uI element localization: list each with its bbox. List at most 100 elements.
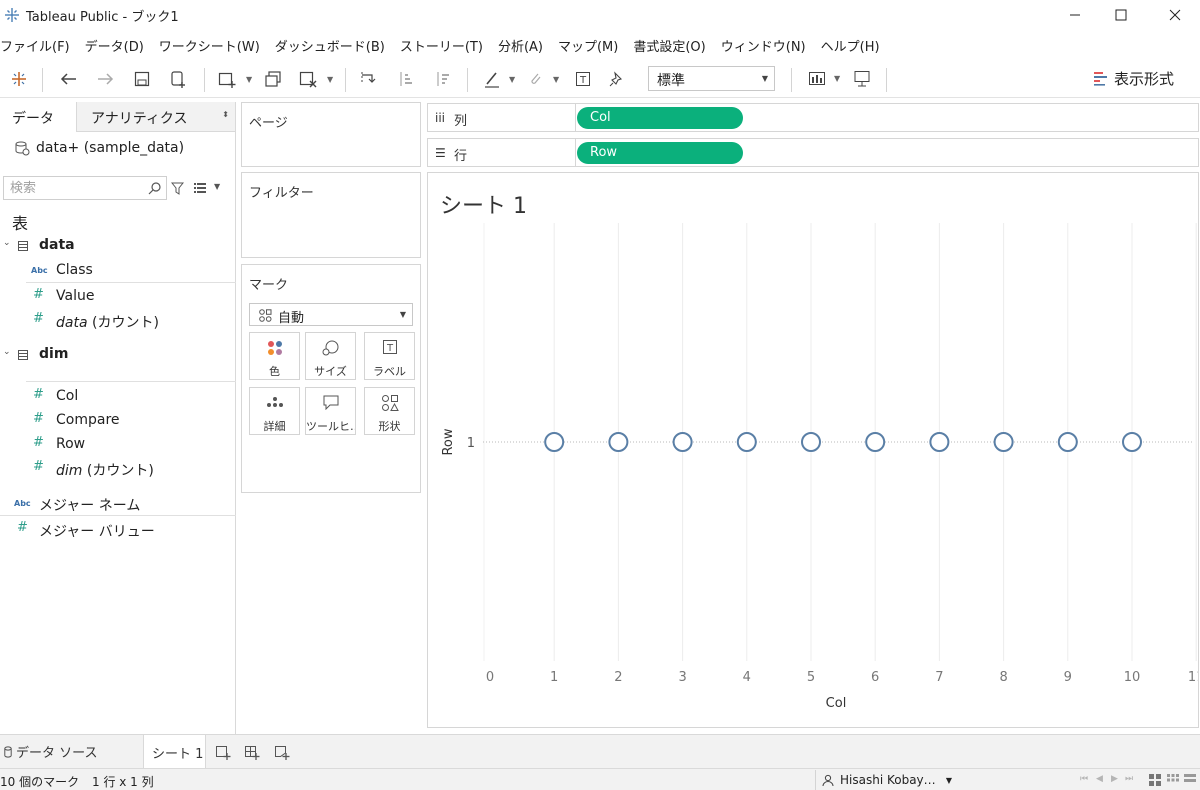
- next-sheet-icon[interactable]: ▶: [1111, 774, 1118, 784]
- group-dropdown-icon[interactable]: ▼: [553, 75, 559, 84]
- mark-type-select[interactable]: 自動 ▼: [249, 303, 413, 326]
- color-button[interactable]: 色: [249, 332, 300, 380]
- tooltip-icon: [323, 395, 338, 410]
- view-list-icon[interactable]: [194, 183, 208, 193]
- highlight-dropdown-icon[interactable]: ▼: [509, 75, 515, 84]
- menu-analysis[interactable]: 分析(A): [498, 36, 550, 55]
- data-point[interactable]: [608, 432, 629, 452]
- new-datasource-button[interactable]: [167, 68, 189, 90]
- status-bar: 10 個のマーク 1 行 x 1 列 Hisashi Kobay… ▼ ⏮ ◀ …: [0, 768, 1200, 790]
- show-cards-dropdown-icon[interactable]: ▼: [834, 74, 840, 83]
- menu-file[interactable]: ファイル(F): [0, 36, 77, 55]
- table-item-dim[interactable]: ⌄ dim: [0, 343, 236, 367]
- data-point[interactable]: [801, 432, 821, 452]
- sheet-sorter-icon[interactable]: [1149, 774, 1161, 786]
- tab-sheet-1[interactable]: シート 1: [143, 735, 206, 768]
- show-me-button[interactable]: 表示形式: [1093, 67, 1193, 89]
- tab-data[interactable]: データ: [0, 102, 77, 132]
- shape-button[interactable]: 形状: [364, 387, 415, 435]
- new-worksheet-tab-button[interactable]: [212, 741, 234, 763]
- sort-ascending-button[interactable]: [394, 68, 416, 90]
- presentation-mode-button[interactable]: [851, 67, 873, 89]
- search-input[interactable]: [4, 177, 134, 199]
- menu-dashboard[interactable]: ダッシュボード(B): [275, 36, 392, 55]
- field-data-count[interactable]: # data (カウント): [0, 308, 236, 332]
- close-button[interactable]: [1152, 0, 1198, 30]
- minimize-button[interactable]: [1052, 0, 1098, 30]
- tabs-view-icon[interactable]: [1184, 774, 1196, 786]
- show-cards-button[interactable]: [806, 67, 828, 89]
- new-worksheet-button[interactable]: [216, 68, 238, 90]
- col-pill[interactable]: Col: [577, 107, 743, 129]
- last-sheet-icon[interactable]: ⏭: [1125, 774, 1133, 784]
- size-button[interactable]: サイズ: [305, 332, 356, 380]
- field-value[interactable]: # Value: [0, 284, 236, 308]
- field-class[interactable]: Abc Class: [0, 258, 236, 282]
- tab-analytics[interactable]: アナリティクス ⬍: [77, 102, 235, 132]
- data-pane: データ アナリティクス ⬍ data+ (sample_data) ▼ 表 ⌄ …: [0, 102, 236, 734]
- menu-format[interactable]: 書式設定(O): [633, 36, 712, 55]
- table-item-data[interactable]: ⌄ data: [0, 234, 236, 258]
- tab-datasource[interactable]: データ ソース: [0, 735, 140, 768]
- previous-sheet-icon[interactable]: ◀: [1096, 774, 1103, 784]
- field-row[interactable]: # Row: [0, 432, 236, 456]
- pages-card[interactable]: ページ: [241, 102, 421, 167]
- duplicate-sheet-button[interactable]: [262, 68, 284, 90]
- tooltip-button[interactable]: ツールヒ…: [305, 387, 356, 435]
- clear-sheet-button[interactable]: [297, 68, 319, 90]
- menu-help[interactable]: ヘルプ(H): [821, 36, 887, 55]
- field-dim-count[interactable]: # dim (カウント): [0, 456, 236, 480]
- chevron-down-icon[interactable]: ⌄: [3, 347, 11, 357]
- redo-button[interactable]: [94, 68, 116, 90]
- tab-sheet-label: シート 1: [152, 747, 204, 762]
- menu-story[interactable]: ストーリー(T): [400, 36, 490, 55]
- first-sheet-icon[interactable]: ⏮: [1080, 774, 1088, 784]
- data-point[interactable]: [929, 432, 950, 452]
- maximize-button[interactable]: [1098, 0, 1144, 30]
- detail-button[interactable]: 詳細: [249, 387, 300, 435]
- data-point[interactable]: [1057, 432, 1078, 452]
- menu-map[interactable]: マップ(M): [558, 36, 625, 55]
- group-members-button[interactable]: [524, 68, 546, 90]
- show-mark-labels-button[interactable]: T: [572, 68, 594, 90]
- user-menu[interactable]: Hisashi Kobay… ▼: [815, 770, 960, 790]
- sort-descending-button[interactable]: [431, 68, 453, 90]
- rows-shelf[interactable]: ☰ 行 Row: [427, 138, 1199, 167]
- field-measure-names[interactable]: Abc メジャー ネーム: [0, 491, 236, 515]
- view-options-dropdown-icon[interactable]: ▼: [214, 182, 220, 191]
- data-point[interactable]: [544, 432, 565, 452]
- filters-card[interactable]: フィルター: [241, 172, 421, 258]
- field-measure-values[interactable]: # メジャー バリュー: [0, 517, 236, 541]
- collapse-icon[interactable]: ⬍: [222, 110, 229, 119]
- chevron-down-icon[interactable]: ⌄: [3, 238, 11, 248]
- filmstrip-icon[interactable]: [1167, 774, 1179, 786]
- row-pill[interactable]: Row: [577, 142, 743, 164]
- data-point[interactable]: [1122, 432, 1142, 452]
- tableau-home-button[interactable]: [8, 68, 30, 90]
- menu-window[interactable]: ウィンドウ(N): [721, 36, 813, 55]
- new-story-tab-button[interactable]: [271, 741, 293, 763]
- datasource-item[interactable]: data+ (sample_data): [14, 140, 184, 156]
- swap-rows-columns-button[interactable]: [357, 68, 379, 90]
- fit-view-select[interactable]: 標準 ▼: [648, 66, 775, 91]
- columns-shelf[interactable]: iii 列 Col: [427, 103, 1199, 132]
- data-point[interactable]: [736, 432, 757, 452]
- undo-button[interactable]: [58, 68, 80, 90]
- data-point[interactable]: [672, 432, 693, 452]
- filter-icon[interactable]: [171, 182, 184, 195]
- table-icon: [18, 241, 28, 251]
- new-dashboard-tab-button[interactable]: [241, 741, 263, 763]
- data-point[interactable]: [993, 432, 1014, 452]
- highlight-button[interactable]: [481, 68, 503, 90]
- field-compare[interactable]: # Compare: [0, 408, 236, 432]
- menu-data[interactable]: データ(D): [85, 36, 151, 55]
- scatter-chart[interactable]: 012345678910111 Col Row: [428, 173, 1198, 727]
- fix-axes-button[interactable]: [606, 68, 628, 90]
- clear-sheet-dropdown-icon[interactable]: ▼: [327, 75, 333, 84]
- field-col[interactable]: # Col: [0, 384, 236, 408]
- new-worksheet-dropdown-icon[interactable]: ▼: [246, 75, 252, 84]
- label-button[interactable]: T ラベル: [364, 332, 415, 380]
- data-point[interactable]: [865, 432, 886, 452]
- menu-worksheet[interactable]: ワークシート(W): [159, 36, 267, 55]
- save-button[interactable]: [131, 68, 153, 90]
